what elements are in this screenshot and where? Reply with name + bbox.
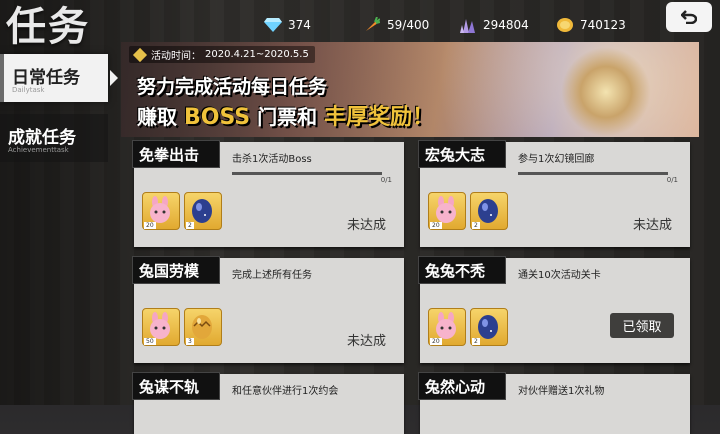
reward-item[interactable]: 20 xyxy=(142,192,180,230)
banner-text: ！ xyxy=(412,105,435,130)
clock-icon xyxy=(132,47,148,62)
task-card: 兔然心动 对伙伴赠送1次礼物 xyxy=(418,372,690,434)
task-description: 参与1次幻镜回廊 xyxy=(518,154,595,165)
reward-item[interactable]: 3 xyxy=(184,308,222,346)
carrot-icon xyxy=(363,17,381,33)
task-description: 通关10次活动关卡 xyxy=(518,270,601,281)
reward-item[interactable]: 2 xyxy=(184,192,222,230)
task-description: 击杀1次活动Boss xyxy=(232,154,312,165)
banner-boss-text: BOSS xyxy=(183,105,251,130)
reward-item[interactable]: 20 xyxy=(428,308,466,346)
reward-qty: 2 xyxy=(472,338,480,345)
reward-qty: 2 xyxy=(186,222,194,229)
coin-icon xyxy=(556,17,574,33)
reward-item[interactable]: 2 xyxy=(470,192,508,230)
task-description: 和任意伙伴进行1次约会 xyxy=(232,386,339,397)
task-description: 对伙伴赠送1次礼物 xyxy=(518,386,605,397)
active-tab-arrow xyxy=(110,70,118,86)
coin-value: 740123 xyxy=(580,18,626,32)
reward-item[interactable]: 20 xyxy=(428,192,466,230)
diamond-value: 374 xyxy=(288,18,311,32)
task-title: 兔然心动 xyxy=(425,378,486,396)
reward-qty: 3 xyxy=(186,338,194,345)
banner-text: 门票和 xyxy=(257,105,318,129)
reward-qty: 20 xyxy=(430,338,442,345)
reward-item[interactable]: 50 xyxy=(142,308,180,346)
task-title-box: 兔国劳模 xyxy=(132,256,220,284)
diamond-icon xyxy=(264,17,282,33)
banner-artwork xyxy=(561,47,651,137)
event-banner: 活动时间： 2020.4.21~2020.5.5 努力完成活动每日任务 赚取 B… xyxy=(121,42,699,137)
back-arrow-icon xyxy=(680,5,698,29)
task-title-box: 兔谋不轨 xyxy=(132,372,220,400)
tab-sublabel: Achievementtask xyxy=(8,146,69,154)
task-card: 宏兔大志 参与1次幻镜回廊 0/1 20 2 未达成 xyxy=(418,140,690,247)
task-progress-bar xyxy=(232,172,382,175)
task-title: 兔谋不轨 xyxy=(139,378,200,396)
reward-qty: 20 xyxy=(430,222,442,229)
coin-counter: 740123 xyxy=(556,15,626,35)
task-title: 免拳出击 xyxy=(139,146,200,164)
task-card: 兔谋不轨 和任意伙伴进行1次约会 xyxy=(132,372,404,434)
task-progress-text: 0/1 xyxy=(380,176,392,184)
tab-daily-tasks[interactable]: 日常任务 Dailytask xyxy=(0,54,118,102)
carrot-counter: 59/400 xyxy=(363,15,429,35)
carrot-value: 59/400 xyxy=(387,18,430,32)
crystal-icon xyxy=(459,17,477,33)
task-description: 完成上述所有任务 xyxy=(232,270,312,281)
event-time: 活动时间： 2020.4.21~2020.5.5 xyxy=(129,46,315,63)
banner-subheadline: 赚取 BOSS 门票和 丰厚奖励！ xyxy=(137,99,434,131)
reward-items: 50 3 xyxy=(142,308,222,346)
crystal-value: 294804 xyxy=(483,18,529,32)
task-status: 未达成 xyxy=(346,218,386,233)
task-title-box: 宏兔大志 xyxy=(418,140,506,168)
task-card: 兔国劳模 完成上述所有任务 50 3 未达成 xyxy=(132,256,404,363)
task-progress-text: 0/1 xyxy=(666,176,678,184)
page-title: 任务 xyxy=(6,4,90,50)
task-title-box: 兔然心动 xyxy=(418,372,506,400)
reward-item[interactable]: 2 xyxy=(470,308,508,346)
reward-qty: 20 xyxy=(144,222,156,229)
reward-items: 20 2 xyxy=(428,308,508,346)
crystal-counter: 294804 xyxy=(459,15,529,35)
task-card: 兔兔不秃 通关10次活动关卡 20 2 已领取 xyxy=(418,256,690,363)
tab-achievement-tasks[interactable]: 成就任务 Achievementtask xyxy=(0,114,108,162)
task-title: 兔国劳模 xyxy=(139,262,200,280)
task-status: 未达成 xyxy=(632,218,672,233)
diamond-counter: 374 xyxy=(264,15,311,35)
task-progress-bar xyxy=(518,172,668,175)
claimed-button[interactable]: 已领取 xyxy=(610,313,674,338)
banner-headline: 努力完成活动每日任务 xyxy=(137,76,328,98)
reward-items: 20 2 xyxy=(428,192,508,230)
task-status: 未达成 xyxy=(346,334,386,349)
back-button[interactable] xyxy=(666,2,712,32)
reward-qty: 50 xyxy=(144,338,156,345)
event-time-label: 活动时间： xyxy=(151,51,201,62)
tab-label: 日常任务 xyxy=(12,68,80,88)
task-card: 免拳出击 击杀1次活动Boss 0/1 20 2 未达成 xyxy=(132,140,404,247)
tab-sublabel: Dailytask xyxy=(12,86,45,94)
banner-reward-text: 丰厚奖励 xyxy=(324,105,413,130)
task-title-box: 免拳出击 xyxy=(132,140,220,168)
task-title: 宏兔大志 xyxy=(425,146,486,164)
reward-items: 20 2 xyxy=(142,192,222,230)
task-title: 兔兔不秃 xyxy=(425,262,486,280)
reward-qty: 2 xyxy=(472,222,480,229)
event-time-range: 2020.4.21~2020.5.5 xyxy=(205,49,309,60)
banner-text: 赚取 xyxy=(137,105,177,129)
tab-label: 成就任务 xyxy=(8,128,76,148)
task-title-box: 兔兔不秃 xyxy=(418,256,506,284)
